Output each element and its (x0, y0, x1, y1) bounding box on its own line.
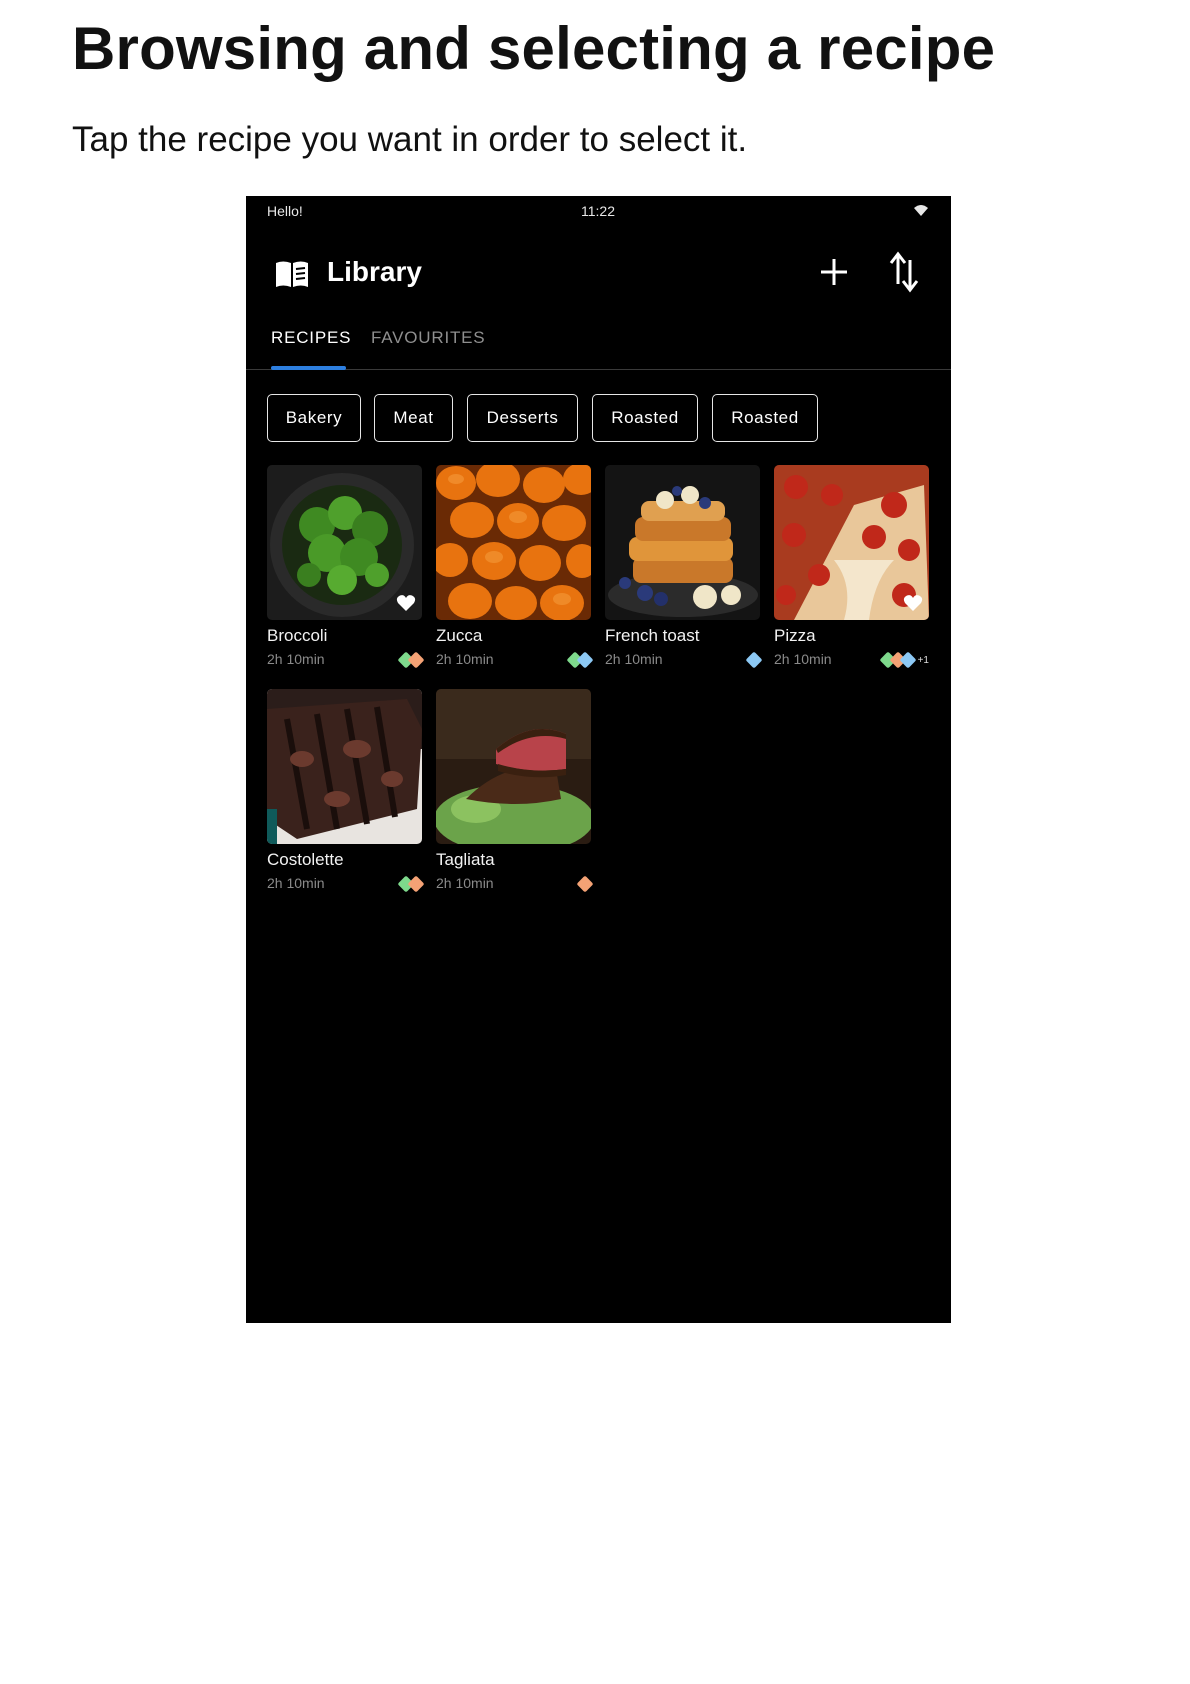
chip-bakery[interactable]: Bakery (267, 394, 361, 442)
recipe-card[interactable]: Tagliata 2h 10min (436, 689, 594, 899)
add-recipe-button[interactable] (814, 252, 854, 292)
tag-blue-icon (576, 651, 594, 669)
more-tags-count: +1 (917, 654, 929, 666)
sort-button[interactable] (884, 250, 924, 294)
recipe-time: 2h 10min (267, 651, 325, 667)
tag-orange-icon (576, 875, 594, 893)
tab-recipes[interactable]: RECIPES (271, 328, 351, 348)
recipe-time: 2h 10min (267, 875, 325, 891)
recipe-tags (397, 651, 425, 669)
app-title: Library (327, 256, 422, 287)
recipe-name: Broccoli (267, 626, 328, 645)
recipe-time: 2h 10min (436, 651, 494, 667)
wifi-icon (911, 202, 931, 218)
book-icon (274, 258, 310, 290)
chip-roasted[interactable]: Roasted (592, 394, 698, 442)
recipe-name: Tagliata (436, 850, 495, 869)
favourite-heart-icon[interactable] (903, 594, 923, 612)
tab-bar: RECIPES FAVOURITES (246, 318, 951, 370)
recipe-tags (397, 875, 425, 893)
recipe-card[interactable]: Pizza 2h 10min +1 (774, 465, 929, 675)
recipe-tags: +1 (879, 651, 929, 669)
plus-icon (821, 259, 847, 285)
status-bar: Hello! 11:22 (246, 196, 951, 226)
recipe-image (267, 689, 422, 844)
page-subtitle: Tap the recipe you want in order to sele… (72, 120, 748, 159)
status-greeting: Hello! (267, 203, 303, 219)
recipe-tags (566, 651, 594, 669)
sort-icon (889, 251, 919, 293)
recipe-name: French toast (605, 626, 700, 645)
recipe-image (605, 465, 760, 620)
favourite-heart-icon[interactable] (396, 594, 416, 612)
page-title: Browsing and selecting a recipe (72, 15, 996, 82)
recipe-time: 2h 10min (774, 651, 832, 667)
recipe-name: Costolette (267, 850, 344, 869)
status-time: 11:22 (581, 203, 615, 219)
recipe-card[interactable]: Broccoli 2h 10min (267, 465, 425, 675)
app-bar: Library (246, 248, 951, 304)
tag-blue-icon (899, 651, 917, 669)
recipe-time: 2h 10min (436, 875, 494, 891)
recipe-card[interactable]: French toast 2h 10min (605, 465, 763, 675)
phone-screen: Hello! 11:22 Library RECIPES FAVOURITES … (246, 196, 951, 1323)
active-tab-indicator (271, 366, 346, 370)
tag-blue-icon (745, 651, 763, 669)
recipe-tags (576, 875, 594, 893)
recipe-image (436, 465, 591, 620)
recipe-tags (745, 651, 763, 669)
recipe-card[interactable]: Zucca 2h 10min (436, 465, 594, 675)
tag-orange-icon (407, 875, 425, 893)
recipe-card[interactable]: Costolette 2h 10min (267, 689, 425, 899)
recipe-name: Zucca (436, 626, 483, 645)
recipe-name: Pizza (774, 626, 816, 645)
chip-meat[interactable]: Meat (374, 394, 453, 442)
chip-roasted-2[interactable]: Roasted (712, 394, 818, 442)
tab-favourites[interactable]: FAVOURITES (371, 328, 485, 348)
recipe-image (436, 689, 591, 844)
recipe-time: 2h 10min (605, 651, 663, 667)
chip-desserts[interactable]: Desserts (467, 394, 578, 442)
tag-orange-icon (407, 651, 425, 669)
